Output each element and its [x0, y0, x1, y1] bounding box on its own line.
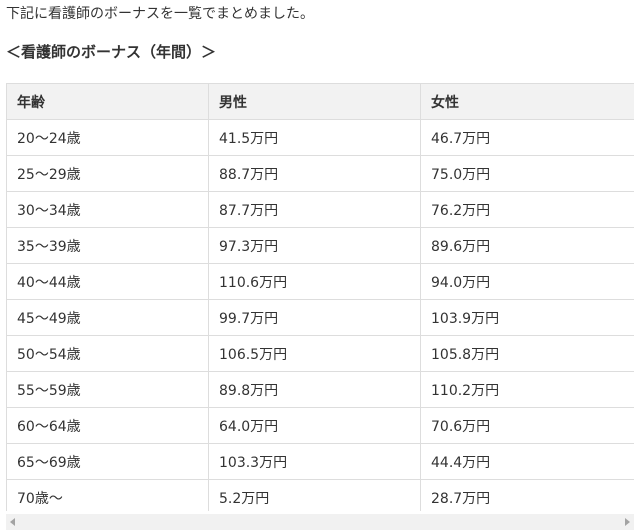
table-row: 25～29歳 88.7万円 75.0万円: [6, 155, 634, 192]
cell-female: 76.2万円: [420, 191, 634, 228]
scroll-right-arrow-icon[interactable]: [625, 518, 630, 526]
table-row: 50～54歳 106.5万円 105.8万円: [6, 335, 634, 372]
cell-female: 46.7万円: [420, 119, 634, 156]
cell-female: 105.8万円: [420, 335, 634, 372]
cell-male: 87.7万円: [208, 191, 421, 228]
cell-male: 110.6万円: [208, 263, 421, 300]
table-row: 65～69歳 103.3万円 44.4万円: [6, 443, 634, 480]
section-heading: ＜看護師のボーナス（年間）＞: [6, 43, 217, 61]
cell-female: 94.0万円: [420, 263, 634, 300]
header-male: 男性: [208, 83, 421, 120]
cell-female: 28.7万円: [420, 479, 634, 511]
intro-text: 下記に看護師のボーナスを一覧でまとめました。: [6, 6, 314, 22]
table-row: 40～44歳 110.6万円 94.0万円: [6, 263, 634, 300]
horizontal-scrollbar[interactable]: [6, 514, 634, 530]
cell-age: 60～64歳: [6, 407, 209, 444]
cell-male: 106.5万円: [208, 335, 421, 372]
cell-female: 70.6万円: [420, 407, 634, 444]
cell-age: 40～44歳: [6, 263, 209, 300]
header-age: 年齢: [6, 83, 209, 120]
cell-age: 50～54歳: [6, 335, 209, 372]
table-header-row: 年齢 男性 女性: [6, 83, 634, 120]
cell-male: 89.8万円: [208, 371, 421, 408]
cell-female: 44.4万円: [420, 443, 634, 480]
cell-age: 35～39歳: [6, 227, 209, 264]
cell-age: 30～34歳: [6, 191, 209, 228]
cell-male: 97.3万円: [208, 227, 421, 264]
cell-female: 89.6万円: [420, 227, 634, 264]
table-row: 55～59歳 89.8万円 110.2万円: [6, 371, 634, 408]
cell-male: 64.0万円: [208, 407, 421, 444]
cell-male: 99.7万円: [208, 299, 421, 336]
scroll-left-arrow-icon[interactable]: [10, 518, 15, 526]
cell-male: 88.7万円: [208, 155, 421, 192]
cell-female: 110.2万円: [420, 371, 634, 408]
cell-age: 70歳～: [6, 479, 209, 511]
header-female: 女性: [420, 83, 634, 120]
cell-male: 5.2万円: [208, 479, 421, 511]
cell-age: 65～69歳: [6, 443, 209, 480]
table-row: 60～64歳 64.0万円 70.6万円: [6, 407, 634, 444]
cell-male: 41.5万円: [208, 119, 421, 156]
cell-age: 25～29歳: [6, 155, 209, 192]
table-row: 45～49歳 99.7万円 103.9万円: [6, 299, 634, 336]
table-scroll-container[interactable]: 年齢 男性 女性 20～24歳 41.5万円 46.7万円 25～29歳 88.…: [6, 83, 634, 511]
cell-age: 45～49歳: [6, 299, 209, 336]
table-row: 70歳～ 5.2万円 28.7万円: [6, 479, 634, 511]
cell-male: 103.3万円: [208, 443, 421, 480]
cell-female: 75.0万円: [420, 155, 634, 192]
table-row: 35～39歳 97.3万円 89.6万円: [6, 227, 634, 264]
bonus-table: 年齢 男性 女性 20～24歳 41.5万円 46.7万円 25～29歳 88.…: [6, 83, 634, 511]
table-row: 20～24歳 41.5万円 46.7万円: [6, 119, 634, 156]
cell-female: 103.9万円: [420, 299, 634, 336]
cell-age: 20～24歳: [6, 119, 209, 156]
table-row: 30～34歳 87.7万円 76.2万円: [6, 191, 634, 228]
cell-age: 55～59歳: [6, 371, 209, 408]
